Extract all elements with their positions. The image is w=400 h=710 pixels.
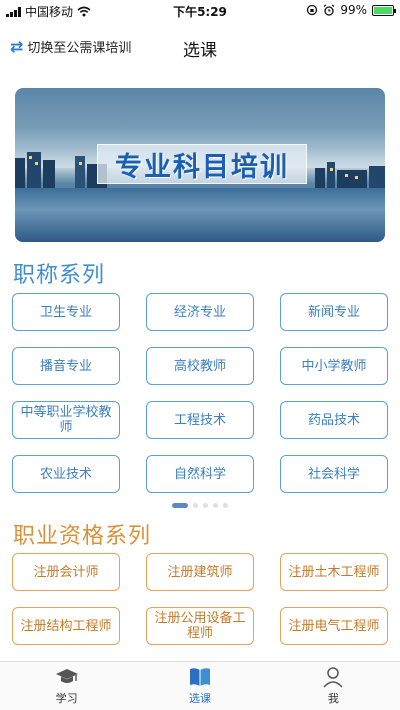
page-dot (193, 503, 198, 508)
rotation-lock-icon (307, 4, 318, 16)
course-button[interactable]: 工程技术 (146, 401, 254, 439)
status-bar: 中国移动 下午5:29 99% (0, 0, 400, 22)
battery-icon (372, 4, 396, 16)
tab-me[interactable]: 我 (267, 662, 400, 710)
tab-label: 选课 (188, 692, 211, 705)
course-button[interactable]: 自然科学 (146, 455, 254, 493)
tab-bar: 学习 选课 我 (0, 661, 400, 710)
course-button[interactable]: 卫生专业 (12, 293, 120, 331)
page-dot (203, 503, 208, 508)
course-button[interactable]: 药品技术 (280, 401, 388, 439)
vocational-qualification-grid: 注册会计师 注册建筑师 注册土木工程师 注册结构工程师 注册公用设备工程师 注册… (12, 553, 388, 645)
banner-carousel[interactable]: 专业科目培训 (15, 88, 385, 242)
course-button[interactable]: 高校教师 (146, 347, 254, 385)
course-button[interactable]: 经济专业 (146, 293, 254, 331)
banner-title: 专业科目培训 (115, 151, 289, 183)
course-button[interactable]: 注册土木工程师 (280, 553, 388, 591)
battery-percent: 99% (340, 3, 367, 17)
graduation-cap-icon (55, 669, 78, 683)
professional-title-grid: 卫生专业 经济专业 新闻专业 播音专业 高校教师 中小学教师 中等职业学校教师 … (12, 293, 388, 493)
course-button[interactable]: 注册公用设备工程师 (146, 607, 254, 645)
course-button[interactable]: 社会科学 (280, 455, 388, 493)
tab-study[interactable]: 学习 (0, 662, 133, 710)
tab-label: 学习 (55, 692, 78, 705)
course-button[interactable]: 注册结构工程师 (12, 607, 120, 645)
switch-label: 切换至公需课培训 (27, 41, 132, 56)
tab-select-course[interactable]: 选课 (133, 662, 266, 710)
course-button[interactable]: 播音专业 (12, 347, 120, 385)
navigation-bar: ⇄ 切换至公需课培训 选课 (0, 22, 400, 72)
switch-to-public-course-button[interactable]: ⇄ 切换至公需课培训 (10, 37, 131, 56)
course-button[interactable]: 中等职业学校教师 (12, 401, 120, 439)
tab-label: 我 (327, 692, 339, 705)
section-title-professional-titles: 职称系列 (13, 263, 106, 288)
section-title-vocational-qualifications: 职业资格系列 (13, 524, 152, 549)
page-indicator (0, 503, 400, 508)
course-button[interactable]: 注册建筑师 (146, 553, 254, 591)
user-icon (323, 667, 343, 688)
course-button[interactable]: 新闻专业 (280, 293, 388, 331)
banner-title-box: 专业科目培训 (97, 144, 307, 184)
course-button[interactable]: 注册电气工程师 (280, 607, 388, 645)
course-button[interactable]: 中小学教师 (280, 347, 388, 385)
page-dot-active (172, 503, 188, 508)
book-icon (189, 668, 210, 686)
page-dot (213, 503, 218, 508)
page-dot (223, 503, 228, 508)
course-button[interactable]: 农业技术 (12, 455, 120, 493)
alarm-icon (323, 4, 335, 16)
swap-arrows-icon: ⇄ (10, 37, 24, 56)
course-button[interactable]: 注册会计师 (12, 553, 120, 591)
